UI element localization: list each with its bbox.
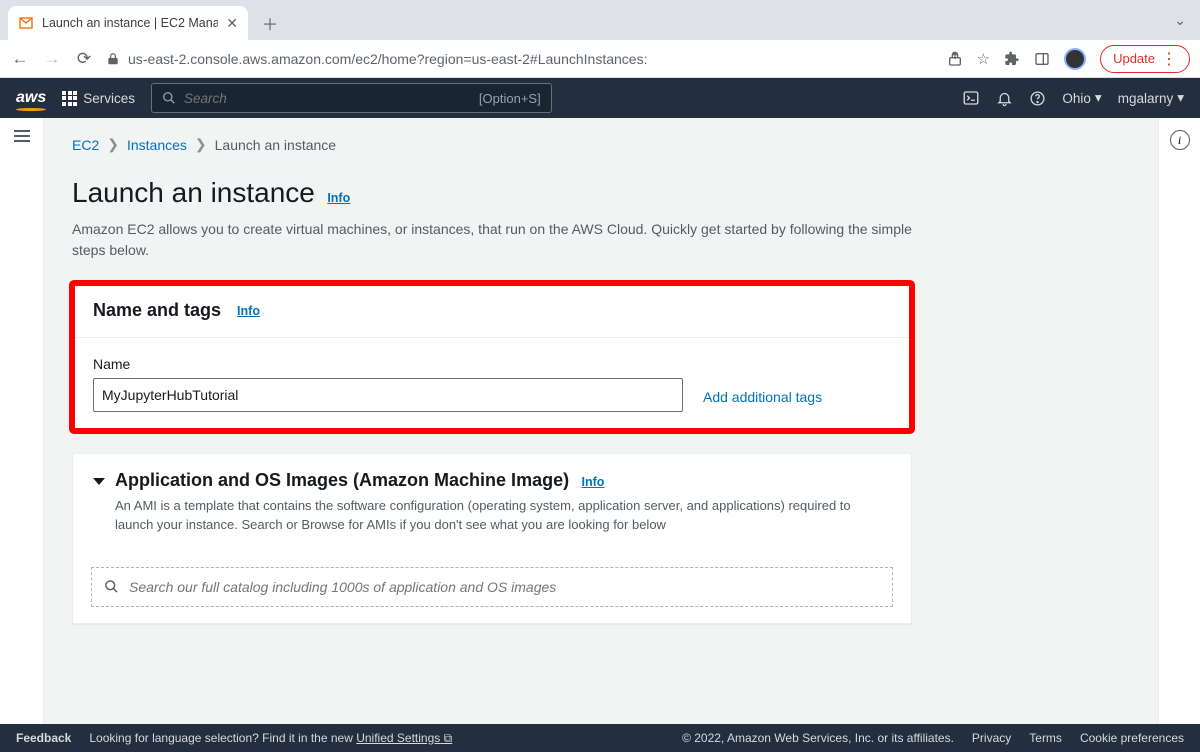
search-shortcut: [Option+S] — [479, 91, 541, 106]
bell-icon[interactable] — [996, 90, 1013, 107]
ami-panel: Application and OS Images (Amazon Machin… — [72, 453, 912, 624]
search-icon — [104, 579, 119, 594]
terms-link[interactable]: Terms — [1029, 731, 1062, 745]
menu-dots-icon: ⋮ — [1161, 49, 1177, 69]
page-title: Launch an instance — [72, 177, 315, 208]
tabs-overflow-icon[interactable]: ⌄ — [1174, 12, 1186, 29]
region-selector[interactable]: Ohio ▾ — [1062, 90, 1101, 106]
url-text: us-east-2.console.aws.amazon.com/ec2/hom… — [128, 51, 647, 67]
footer-lang-prompt: Looking for language selection? Find it … — [89, 731, 452, 746]
breadcrumb-current: Launch an instance — [215, 137, 336, 153]
aws-favicon-icon — [18, 15, 34, 31]
search-icon — [162, 91, 176, 105]
new-tab-button[interactable]: ＋ — [256, 9, 284, 37]
info-link[interactable]: Info — [327, 191, 350, 205]
ami-search-input[interactable] — [129, 579, 880, 595]
browser-address-bar: ← → ⟳ us-east-2.console.aws.amazon.com/e… — [0, 40, 1200, 78]
update-button[interactable]: Update ⋮ — [1100, 45, 1190, 73]
aws-search[interactable]: [Option+S] — [151, 83, 552, 113]
ami-search[interactable] — [91, 567, 893, 607]
hamburger-icon[interactable] — [14, 130, 30, 724]
address-field[interactable]: us-east-2.console.aws.amazon.com/ec2/hom… — [106, 51, 935, 67]
caret-down-icon: ▾ — [1095, 90, 1102, 106]
aws-logo[interactable]: aws — [16, 89, 46, 107]
share-icon[interactable] — [947, 51, 963, 67]
page-description: Amazon EC2 allows you to create virtual … — [72, 219, 912, 261]
close-icon[interactable]: ✕ — [226, 15, 238, 32]
unified-settings-link[interactable]: Unified Settings ⧉ — [356, 731, 452, 745]
aws-footer: Feedback Looking for language selection?… — [0, 724, 1200, 752]
browser-tab-bar: Launch an instance | EC2 Mana ✕ ＋ ⌄ — [0, 0, 1200, 40]
browser-tab[interactable]: Launch an instance | EC2 Mana ✕ — [8, 6, 248, 40]
instance-name-input[interactable] — [93, 378, 683, 412]
cloudshell-icon[interactable] — [962, 89, 980, 107]
star-icon[interactable]: ☆ — [977, 50, 990, 68]
cookies-link[interactable]: Cookie preferences — [1080, 731, 1184, 745]
footer-copyright: © 2022, Amazon Web Services, Inc. or its… — [682, 731, 954, 745]
chevron-right-icon: ❯ — [195, 136, 207, 153]
info-circle-icon[interactable]: i — [1170, 130, 1190, 150]
panel-icon[interactable] — [1034, 51, 1050, 67]
reload-button[interactable]: ⟳ — [74, 49, 94, 69]
collapse-caret-icon[interactable] — [93, 478, 105, 485]
extensions-icon[interactable] — [1004, 51, 1020, 67]
privacy-link[interactable]: Privacy — [972, 731, 1011, 745]
right-rail: i — [1158, 118, 1200, 724]
main-content: EC2 ❯ Instances ❯ Launch an instance Lau… — [44, 118, 1158, 724]
aws-search-input[interactable] — [184, 91, 471, 106]
external-link-icon: ⧉ — [444, 731, 453, 745]
chevron-right-icon: ❯ — [107, 136, 119, 153]
breadcrumb-ec2[interactable]: EC2 — [72, 137, 99, 153]
name-and-tags-panel: Name and tags Info Name Add additional t… — [72, 283, 912, 431]
aws-top-nav: aws Services [Option+S] Ohio ▾ mgalarny … — [0, 78, 1200, 118]
left-rail — [0, 118, 44, 724]
lock-icon — [106, 52, 120, 66]
ami-description: An AMI is a template that contains the s… — [115, 497, 855, 535]
services-grid-icon — [62, 91, 77, 106]
profile-avatar[interactable] — [1064, 48, 1086, 70]
tab-title: Launch an instance | EC2 Mana — [42, 16, 218, 30]
user-menu[interactable]: mgalarny ▾ — [1118, 90, 1184, 106]
forward-button: → — [42, 49, 62, 69]
panel-title: Application and OS Images (Amazon Machin… — [115, 470, 569, 490]
caret-down-icon: ▾ — [1177, 90, 1184, 106]
info-link[interactable]: Info — [582, 475, 605, 489]
back-button[interactable]: ← — [10, 49, 30, 69]
name-field-label: Name — [93, 356, 683, 372]
add-tags-link[interactable]: Add additional tags — [703, 389, 822, 412]
breadcrumb: EC2 ❯ Instances ❯ Launch an instance — [72, 136, 1130, 153]
breadcrumb-instances[interactable]: Instances — [127, 137, 187, 153]
feedback-link[interactable]: Feedback — [16, 731, 71, 745]
help-icon[interactable] — [1029, 90, 1046, 107]
panel-title: Name and tags — [93, 300, 221, 321]
info-link[interactable]: Info — [237, 304, 260, 318]
services-menu[interactable]: Services — [62, 91, 135, 106]
